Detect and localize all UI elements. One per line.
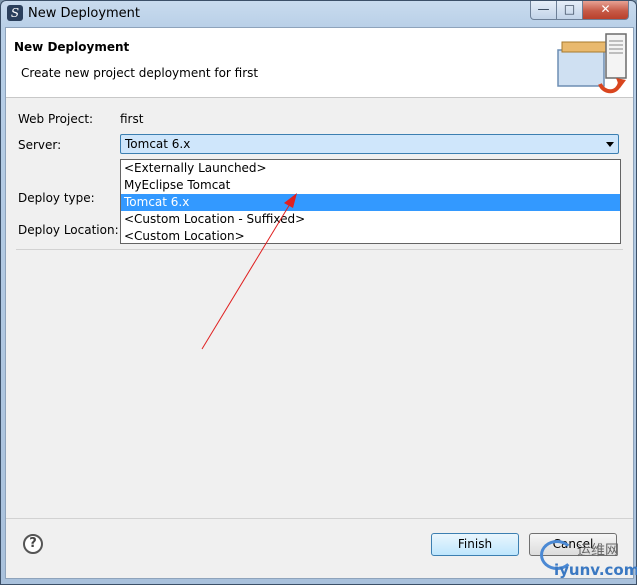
button-bar-divider bbox=[6, 518, 633, 519]
banner-title: New Deployment bbox=[14, 40, 130, 54]
deploy-server-icon bbox=[557, 33, 627, 94]
server-select[interactable]: Tomcat 6.x bbox=[120, 134, 619, 154]
watermark-text-url: iyunv.com bbox=[554, 561, 637, 579]
window-frame: S New Deployment — □ ✕ New Deployment Cr… bbox=[0, 0, 637, 585]
window-title: New Deployment bbox=[28, 6, 141, 21]
deploy-type-label: Deploy type: bbox=[18, 191, 95, 205]
dropdown-option[interactable]: <Custom Location - Suffixed> bbox=[121, 211, 620, 228]
dropdown-option[interactable]: MyEclipse Tomcat bbox=[121, 177, 620, 194]
server-label: Server: bbox=[18, 138, 62, 152]
form-divider bbox=[16, 249, 623, 250]
deploy-location-label: Deploy Location: bbox=[18, 223, 119, 237]
server-select-value: Tomcat 6.x bbox=[125, 137, 191, 151]
help-icon[interactable]: ? bbox=[23, 534, 43, 554]
app-icon: S bbox=[7, 5, 23, 21]
maximize-button[interactable]: □ bbox=[556, 1, 583, 20]
dropdown-option-selected[interactable]: Tomcat 6.x bbox=[121, 194, 620, 211]
chevron-down-icon[interactable] bbox=[606, 142, 614, 147]
web-project-value: first bbox=[120, 112, 144, 126]
banner-description: Create new project deployment for first bbox=[21, 66, 259, 80]
dialog-body: New Deployment Create new project deploy… bbox=[5, 27, 634, 579]
dropdown-option[interactable]: <Custom Location> bbox=[121, 228, 620, 245]
server-dropdown-list[interactable]: <Externally Launched> MyEclipse Tomcat T… bbox=[120, 159, 621, 244]
web-project-label: Web Project: bbox=[18, 112, 94, 126]
title-bar[interactable]: S New Deployment — □ ✕ bbox=[1, 1, 636, 27]
minimize-button[interactable]: — bbox=[530, 1, 557, 20]
finish-button[interactable]: Finish bbox=[431, 533, 519, 556]
dialog-banner: New Deployment Create new project deploy… bbox=[6, 28, 633, 98]
watermark-text-cn: 运维网 bbox=[577, 543, 619, 559]
dropdown-option[interactable]: <Externally Launched> bbox=[121, 160, 620, 177]
close-button[interactable]: ✕ bbox=[582, 1, 629, 20]
watermark-logo: 运维网 iyunv.com bbox=[532, 536, 637, 581]
